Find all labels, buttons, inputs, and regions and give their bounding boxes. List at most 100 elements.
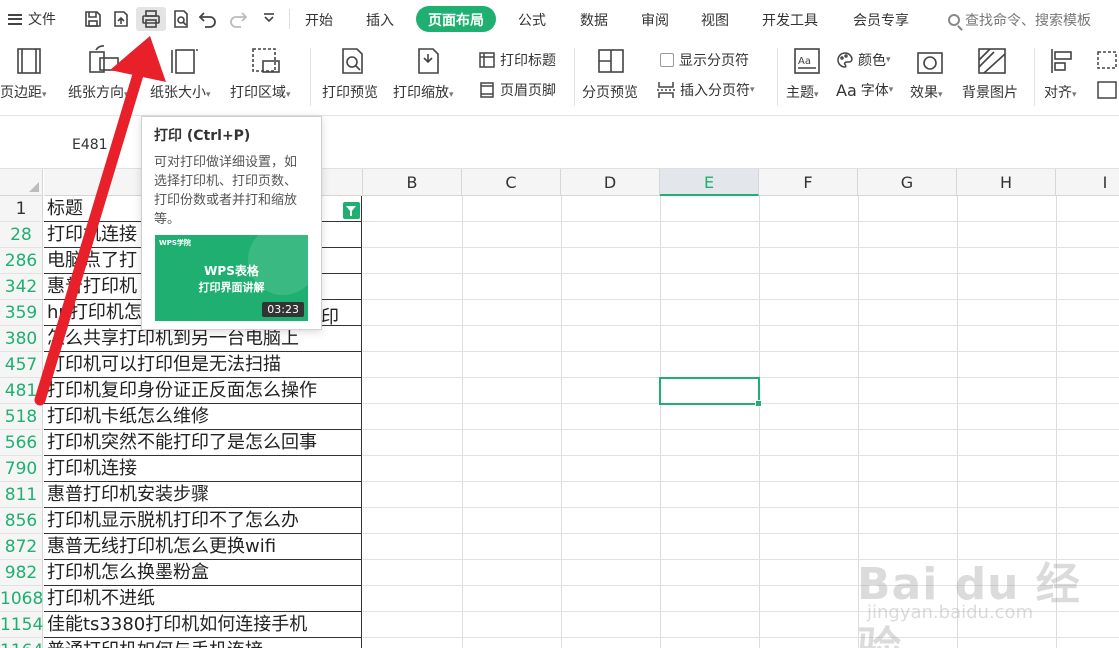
column-header[interactable]: C: [462, 169, 561, 196]
column-header[interactable]: F: [759, 169, 858, 196]
cell-a[interactable]: 惠普无线打印机怎么更换wifi: [44, 534, 362, 560]
ribbon-separator: [310, 48, 311, 106]
gridline: [363, 507, 1119, 508]
row-number[interactable]: 856: [0, 508, 43, 534]
gridline: [363, 221, 1119, 222]
row-number[interactable]: 481: [0, 378, 43, 404]
column-header-selected[interactable]: E: [660, 169, 759, 196]
paper-size-label: 纸张大小: [150, 85, 206, 101]
tab-page-layout[interactable]: 页面布局: [416, 6, 496, 32]
effects-button[interactable]: 效果▾: [910, 82, 943, 102]
svg-text:Aa: Aa: [798, 56, 811, 67]
print-titles-button[interactable]: 打印标题: [478, 50, 556, 70]
colors-button[interactable]: 颜色 ▾: [836, 50, 891, 70]
select-all-corner[interactable]: [0, 169, 43, 196]
print-scale-label: 打印缩放: [393, 85, 449, 101]
table-row[interactable]: 872 惠普无线打印机怎么更换wifi: [0, 534, 363, 560]
customize-toolbar-icon[interactable]: [258, 7, 280, 31]
row-number[interactable]: 342: [0, 274, 43, 300]
paper-size-button[interactable]: 纸张大小▾: [150, 82, 211, 102]
cell-a[interactable]: 打印机连接: [44, 456, 362, 482]
row-number[interactable]: 1: [0, 196, 43, 222]
table-row[interactable]: 1154 佳能ts3380打印机如何连接手机: [0, 612, 363, 638]
save-icon[interactable]: [82, 7, 104, 31]
print-scale-button[interactable]: 打印缩放▾: [393, 82, 454, 102]
table-row[interactable]: 566 打印机突然不能打印了是怎么回事: [0, 430, 363, 456]
column-header[interactable]: D: [561, 169, 660, 196]
cell-a[interactable]: 打印机可以打印但是无法扫描: [44, 352, 362, 378]
row-number[interactable]: 1164: [0, 638, 43, 648]
column-header[interactable]: H: [957, 169, 1056, 196]
table-row[interactable]: 1164普通打印机如何与手机连接: [0, 638, 363, 648]
print-preview-icon[interactable]: [170, 7, 192, 31]
column-header[interactable]: G: [858, 169, 957, 196]
print-area-button[interactable]: 打印区域▾: [230, 82, 291, 102]
margins-button[interactable]: 页边距▾: [0, 82, 47, 102]
cell-a[interactable]: 惠普打印机安装步骤: [44, 482, 362, 508]
filter-dropdown-icon[interactable]: [343, 202, 360, 219]
table-row[interactable]: 457 打印机可以打印但是无法扫描: [0, 352, 363, 378]
row-number[interactable]: 982: [0, 560, 43, 586]
row-number[interactable]: 286: [0, 248, 43, 274]
row-number[interactable]: 790: [0, 456, 43, 482]
tab-home[interactable]: 开始: [305, 10, 333, 30]
cell-a[interactable]: 打印机复印身份证正反面怎么操作: [44, 378, 362, 404]
print-icon[interactable]: [136, 7, 166, 31]
export-pdf-icon[interactable]: [110, 7, 132, 31]
align-button[interactable]: 对齐▾: [1044, 82, 1077, 102]
insert-page-break-button[interactable]: 插入分页符 ▾: [656, 80, 755, 100]
table-row[interactable]: 518 打印机卡纸怎么维修: [0, 404, 363, 430]
table-row[interactable]: 811 惠普打印机安装步骤: [0, 482, 363, 508]
row-number[interactable]: 380: [0, 326, 43, 352]
redo-icon[interactable]: [227, 7, 249, 31]
row-number[interactable]: 872: [0, 534, 43, 560]
tab-member[interactable]: 会员专享: [853, 10, 909, 30]
row-number[interactable]: 359: [0, 300, 43, 326]
cell-a[interactable]: 佳能ts3380打印机如何连接手机: [44, 612, 362, 638]
fonts-button[interactable]: Aa 字体 ▾: [836, 80, 893, 100]
print-area-label: 打印区域: [230, 85, 286, 101]
row-number[interactable]: 1154: [0, 612, 43, 638]
tab-formulas[interactable]: 公式: [518, 10, 546, 30]
theme-button[interactable]: 主题▾: [786, 82, 819, 102]
colors-label: 颜色: [858, 53, 886, 69]
tab-data[interactable]: 数据: [580, 10, 608, 30]
group-icon[interactable]: [1096, 50, 1119, 110]
column-header[interactable]: I: [1056, 169, 1119, 196]
active-cell-e481[interactable]: [659, 377, 762, 407]
column-header[interactable]: B: [363, 169, 462, 196]
file-menu-button[interactable]: 文件: [8, 9, 56, 29]
tab-insert[interactable]: 插入: [366, 10, 394, 30]
effects-label: 效果: [910, 85, 938, 101]
table-row[interactable]: 1068 打印机不进纸: [0, 586, 363, 612]
tutorial-video-thumbnail[interactable]: WPS学院 WPS表格 打印界面讲解 03:23: [155, 235, 308, 321]
row-number[interactable]: 811: [0, 482, 43, 508]
cell-a[interactable]: 普通打印机如何与手机连接: [44, 638, 362, 648]
row-number[interactable]: 28: [0, 222, 43, 248]
cell-a[interactable]: 打印机怎么换墨粉盒: [44, 560, 362, 586]
tab-developer[interactable]: 开发工具: [762, 10, 818, 30]
row-number[interactable]: 457: [0, 352, 43, 378]
row-number[interactable]: 566: [0, 430, 43, 456]
cell-a[interactable]: 打印机卡纸怎么维修: [44, 404, 362, 430]
background-image-button[interactable]: 背景图片: [962, 82, 1018, 102]
show-page-break-checkbox[interactable]: 显示分页符: [660, 50, 749, 70]
print-preview-button[interactable]: 打印预览: [322, 82, 378, 102]
table-row[interactable]: 982 打印机怎么换墨粉盒: [0, 560, 363, 586]
tab-view[interactable]: 视图: [701, 10, 729, 30]
row-number[interactable]: 1068: [0, 586, 43, 612]
table-row[interactable]: 790 打印机连接: [0, 456, 363, 482]
orientation-button[interactable]: 纸张方向▾: [68, 82, 129, 102]
command-search[interactable]: 查找命令、搜索模板: [948, 10, 1091, 30]
table-row[interactable]: 856 打印机显示脱机打印不了怎么办: [0, 508, 363, 534]
undo-icon[interactable]: [197, 7, 219, 31]
cell-a[interactable]: 打印机不进纸: [44, 586, 362, 612]
row-number[interactable]: 518: [0, 404, 43, 430]
name-box[interactable]: E481: [72, 137, 108, 153]
tab-review[interactable]: 审阅: [641, 10, 669, 30]
table-row[interactable]: 481 打印机复印身份证正反面怎么操作: [0, 378, 363, 404]
page-break-preview-button[interactable]: 分页预览: [582, 82, 638, 102]
header-footer-button[interactable]: 页眉页脚: [478, 80, 556, 100]
cell-a[interactable]: 打印机显示脱机打印不了怎么办: [44, 508, 362, 534]
cell-a[interactable]: 打印机突然不能打印了是怎么回事: [44, 430, 362, 456]
